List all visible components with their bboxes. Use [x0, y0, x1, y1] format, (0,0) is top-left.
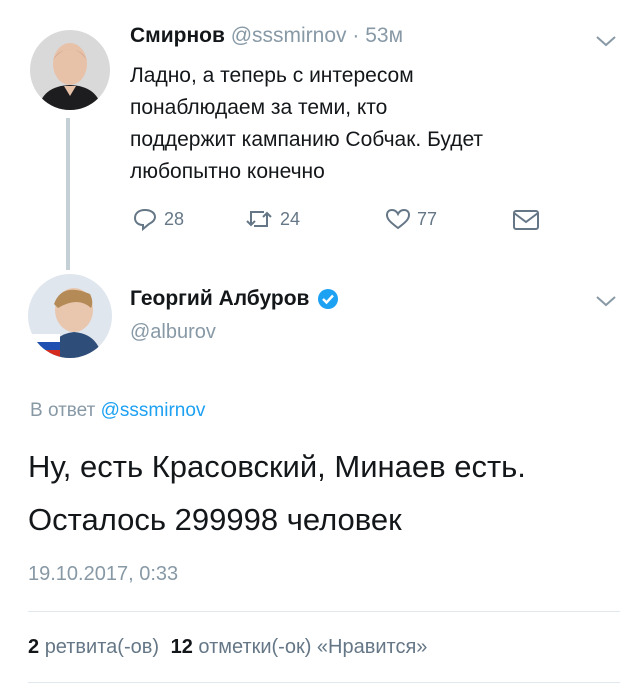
direct-message-button[interactable]	[512, 209, 540, 231]
tweet-timestamp[interactable]: 19.10.2017, 0:33	[28, 563, 178, 586]
retweet-total[interactable]: 2	[28, 636, 39, 658]
retweet-count: 24	[280, 208, 301, 229]
author-handle[interactable]: @sssmirnov	[231, 24, 347, 47]
tweet-text: Ладно, а теперь с интересом понаблюдаем …	[130, 60, 483, 188]
avatar-alburov[interactable]	[28, 274, 112, 358]
retweet-button[interactable]: 24	[244, 207, 300, 231]
like-button[interactable]: 77	[385, 207, 437, 231]
like-total-label[interactable]: отметки(-ок) «Нравится»	[198, 636, 427, 658]
reply-button[interactable]: 28	[132, 207, 184, 231]
divider-top	[28, 611, 620, 612]
engagement-stats: 2 ретвита(-ов) 12 отметки(-ок) «Нравится…	[28, 636, 427, 659]
author-name[interactable]: Георгий Албуров	[130, 287, 309, 311]
thread-connector-line	[66, 118, 70, 270]
reply-icon	[133, 208, 157, 231]
reply-to-link[interactable]: @sssmirnov	[101, 400, 206, 421]
direct-message-icon	[513, 210, 539, 230]
tweet-text-line: любопытно конечно	[130, 160, 325, 183]
verified-badge-icon	[318, 289, 339, 309]
like-icon	[385, 208, 411, 230]
tweet-text-line: понаблюдаем за теми, кто	[130, 96, 388, 119]
author-handle[interactable]: @alburov	[130, 321, 216, 344]
tweet-time[interactable]: 53м	[365, 24, 403, 47]
tweet-text-line: Ладно, а теперь с интересом	[130, 64, 414, 87]
reply-count: 28	[164, 208, 185, 229]
reply-prefix: В ответ	[30, 400, 96, 421]
separator-dot: ·	[352, 24, 360, 47]
avatar-smirnov[interactable]	[30, 30, 110, 110]
tweet-text-line: поддержит кампанию Собчак. Будет	[130, 128, 484, 151]
main-tweet-text-line: Осталось 299998 человек	[28, 502, 402, 537]
chevron-down-icon[interactable]	[595, 34, 617, 48]
like-count: 77	[417, 208, 438, 229]
main-tweet-text-line: Ну, есть Красовский, Минаев есть.	[28, 449, 526, 484]
reply-context: В ответ @sssmirnov	[30, 400, 205, 422]
tweet-header: Смирнов @sssmirnov · 53м	[130, 24, 403, 48]
author-row: Георгий Албуров	[130, 287, 339, 311]
retweet-icon	[246, 211, 272, 227]
author-name[interactable]: Смирнов	[130, 24, 225, 47]
retweet-total-label[interactable]: ретвита(-ов)	[45, 636, 159, 658]
divider-bottom	[28, 682, 620, 683]
like-total[interactable]: 12	[171, 636, 193, 658]
main-tweet-text: Ну, есть Красовский, Минаев есть. Остало…	[28, 440, 526, 546]
chevron-down-icon[interactable]	[595, 294, 617, 308]
